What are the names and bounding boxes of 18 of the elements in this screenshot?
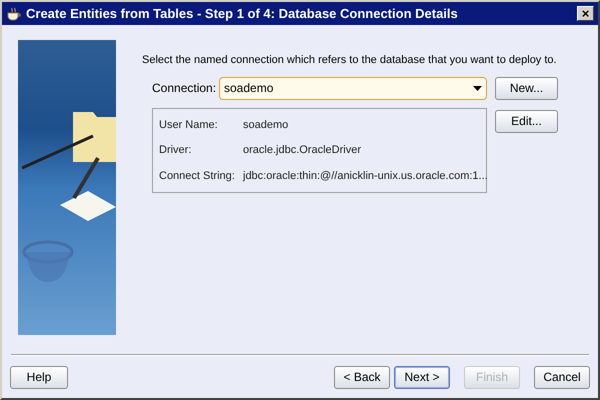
detail-value: soademo: [243, 118, 288, 132]
dialog-button[interactable]: New...: [495, 76, 558, 100]
detail-label: Driver:: [159, 143, 192, 158]
connection-label: Connection:: [152, 80, 218, 97]
detail-value: oracle.jdbc.OracleDriver: [243, 143, 361, 158]
detail-label: User Name:: [159, 118, 219, 132]
dialog-button[interactable]: Edit...: [495, 110, 558, 132]
dialog-button[interactable]: < Back: [334, 366, 390, 388]
connection-dropdown[interactable]: soademo: [219, 76, 487, 100]
detail-value: jdbc:oracle:thin:@//anicklin-unix.us.oracle.com:1...: [243, 168, 488, 184]
close-button[interactable]: ×: [577, 6, 594, 21]
detail-label: Connect String:: [159, 168, 236, 184]
dropdown-value: soademo: [224, 80, 274, 97]
dialog-button[interactable]: Cancel: [534, 366, 590, 388]
dialog-button[interactable]: Next >: [394, 366, 450, 388]
instruction-text: Select the named connection which refers to the database that you want to deploy to.: [142, 53, 558, 68]
window-title: Create Entities from Tables - Step 1 of 4: Database Connection Details: [26, 4, 459, 23]
dialog-button[interactable]: Help: [10, 366, 68, 388]
